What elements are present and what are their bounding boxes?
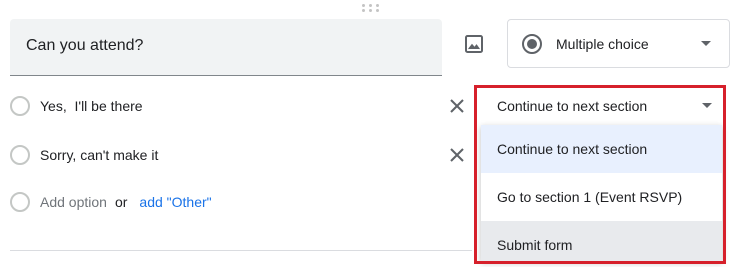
menu-item-continue[interactable]: Continue to next section [481,125,722,173]
section-dropdown-menu: Continue to next section Go to section 1… [481,125,722,261]
menu-item-submit-form[interactable]: Submit form [481,221,722,261]
question-title-text: Can you attend? [26,37,144,54]
question-type-dropdown[interactable]: Multiple choice [507,19,730,68]
option-radio [10,96,30,116]
add-option-input[interactable]: Add option [40,194,107,210]
remove-option-button[interactable] [444,93,470,119]
add-image-button[interactable] [459,31,489,57]
option-row: Yes, I'll be there [0,91,143,121]
option-label[interactable]: Sorry, can't make it [40,147,158,163]
go-to-section-value: Continue to next section [497,98,648,114]
option-label[interactable]: Yes, I'll be there [40,98,143,114]
drag-handle[interactable] [358,2,382,14]
add-other-link[interactable]: add "Other" [139,194,211,210]
close-icon [450,99,464,113]
remove-option-button[interactable] [444,142,470,168]
option-row: Sorry, can't make it [0,140,158,170]
radio-button-icon [522,33,542,54]
dropdown-arrow-icon [702,103,712,108]
go-to-section-dropdown[interactable]: Continue to next section [480,93,722,119]
close-icon [450,148,464,162]
add-option-row: Add option or add "Other" [0,187,212,217]
divider [10,250,472,251]
option-radio [10,192,30,212]
option-radio [10,145,30,165]
or-text: or [114,194,128,210]
question-card: Can you attend? Multiple choice Yes, I'l… [0,0,731,267]
menu-item-go-to-section-1[interactable]: Go to section 1 (Event RSVP) [481,173,722,221]
dropdown-arrow-icon [701,41,711,46]
question-title-field[interactable]: Can you attend? [10,19,442,76]
image-icon [465,35,483,53]
question-type-label: Multiple choice [556,35,649,52]
